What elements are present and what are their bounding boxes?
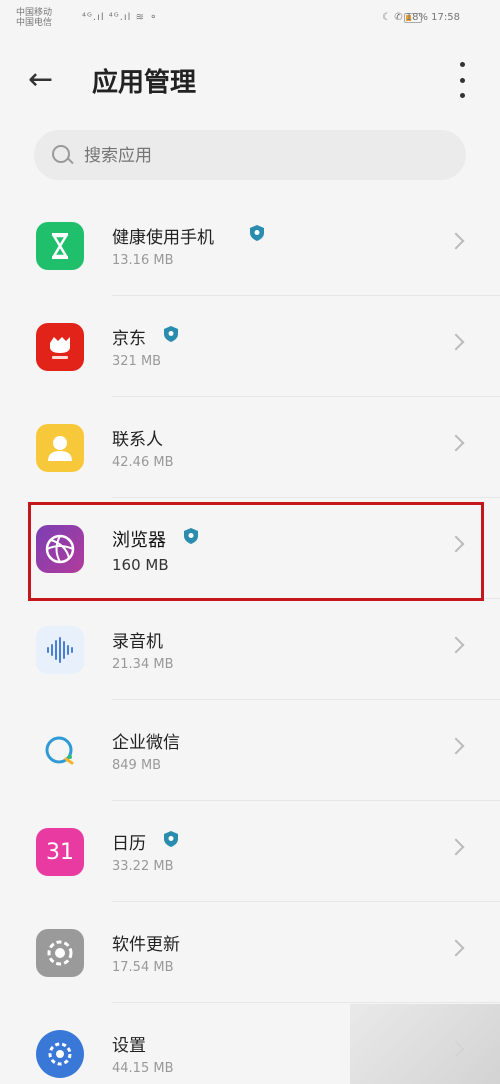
list-item[interactable]: 录音机 21.34 MB	[0, 599, 500, 700]
list-item[interactable]: 京东 321 MB	[0, 296, 500, 397]
chevron-right-icon	[447, 333, 465, 351]
app-list: 健康使用手机 13.16 MB 京东 321 MB 联系人 42.46 MB 浏…	[0, 195, 500, 1084]
watermark	[350, 1004, 500, 1084]
gear-update-icon	[36, 929, 84, 977]
chevron-right-icon	[447, 434, 465, 452]
dot	[459, 77, 465, 83]
chevron-right-icon	[447, 737, 465, 755]
app-size: 42.46 MB	[112, 455, 174, 470]
chevron-right-icon	[447, 838, 465, 856]
verified-badge-icon	[250, 225, 264, 241]
app-name: 健康使用手机	[112, 228, 214, 248]
list-item[interactable]: 健康使用手机 13.16 MB	[0, 195, 500, 296]
more-options-icon[interactable]	[452, 62, 472, 98]
back-arrow-icon[interactable]: ←	[28, 60, 68, 100]
app-size: 321 MB	[112, 354, 162, 369]
signal-icons: ⁴ᴳ.ıl ⁴ᴳ.ıl ≋ ⚬	[82, 12, 159, 23]
app-size: 13.16 MB	[112, 253, 174, 268]
carrier-bottom: 中国电信	[16, 18, 53, 28]
carrier-names: 中国移动 中国电信	[16, 8, 52, 28]
app-size: 21.34 MB	[112, 657, 174, 672]
app-name: 录音机	[112, 632, 163, 652]
page-title: 应用管理	[92, 68, 197, 98]
verified-badge-icon	[164, 831, 178, 847]
list-item[interactable]: 31 日历 33.22 MB	[0, 801, 500, 902]
app-size: 17.54 MB	[112, 960, 174, 975]
app-name: 软件更新	[112, 935, 180, 955]
settings-icon	[36, 1030, 84, 1078]
carrier-top: 中国移动	[16, 8, 53, 18]
app-size: 33.22 MB	[112, 859, 174, 874]
dot	[459, 62, 465, 67]
waveform-icon	[36, 626, 84, 674]
calendar-day: 31	[46, 839, 74, 865]
app-management-screen: 中国移动 中国电信 ⁴ᴳ.ıl ⁴ᴳ.ıl ≋ ⚬ ☾ ✆ 18% 17:58 …	[0, 0, 500, 1084]
search-bar[interactable]	[34, 130, 466, 180]
app-size: 849 MB	[112, 758, 162, 773]
calendar-icon: 31	[36, 828, 84, 876]
wecom-icon	[36, 727, 84, 775]
app-header: ← 应用管理	[0, 44, 500, 116]
app-name: 企业微信	[112, 733, 180, 753]
app-name: 日历	[112, 834, 146, 854]
app-name: 京东	[112, 329, 146, 349]
status-bar: 中国移动 中国电信 ⁴ᴳ.ıl ⁴ᴳ.ıl ≋ ⚬ ☾ ✆ 18% 17:58	[0, 0, 500, 40]
chevron-right-icon	[447, 232, 465, 250]
app-name: 联系人	[112, 430, 163, 450]
hourglass-icon	[36, 222, 84, 270]
chevron-right-icon	[447, 939, 465, 957]
app-name: 设置	[112, 1036, 146, 1056]
list-item[interactable]: 企业微信 849 MB	[0, 700, 500, 801]
search-input[interactable]	[82, 140, 446, 172]
list-item[interactable]: 软件更新 17.54 MB	[0, 902, 500, 1003]
jd-dog-icon	[36, 323, 84, 371]
list-item[interactable]: 联系人 42.46 MB	[0, 397, 500, 498]
app-size: 44.15 MB	[112, 1061, 174, 1076]
dot	[459, 93, 465, 98]
search-icon	[52, 145, 70, 163]
verified-badge-icon	[164, 326, 178, 342]
status-right: ☾ ✆ 18% 17:58	[382, 12, 460, 23]
highlight-box	[28, 502, 484, 601]
chevron-right-icon	[447, 636, 465, 654]
contact-person-icon	[36, 424, 84, 472]
